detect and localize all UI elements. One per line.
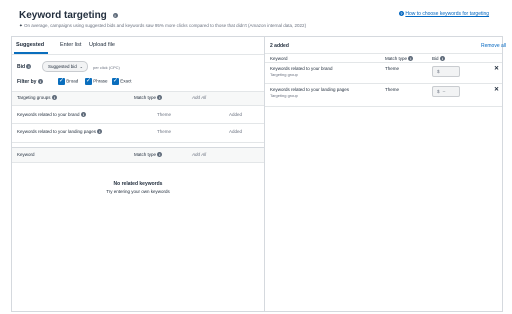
groups-col-group-label: Targeting groups: [17, 95, 51, 100]
keyword-col-keyword: Keyword: [17, 152, 35, 157]
info-icon[interactable]: i: [439, 56, 445, 62]
remove-row-icon[interactable]: ✕: [494, 86, 499, 93]
info-icon[interactable]: i: [408, 56, 414, 62]
table-row: Keywords related to your brand i Theme A…: [12, 105, 264, 124]
help-link[interactable]: ? How to choose keywords for targeting: [399, 11, 489, 17]
info-icon[interactable]: i: [51, 95, 57, 101]
row-name: Keywords related to your brand i: [17, 112, 86, 118]
currency-prefix: $: [437, 69, 440, 74]
empty-state-hint: Try entering your own keywords: [12, 189, 264, 194]
panel-left-border: [11, 36, 12, 312]
right-col-bid-label: Bid: [432, 56, 439, 61]
tabs-divider: [12, 54, 264, 55]
info-icon[interactable]: i: [157, 152, 163, 158]
row-name-text: Keywords related to your brand: [17, 112, 80, 117]
sparkle-icon: ✦: [19, 23, 23, 28]
keyword-col-keyword-label: Keyword: [17, 152, 35, 157]
checkbox-checked-icon[interactable]: ✓: [85, 78, 92, 85]
keyword-add-all: Add All: [192, 152, 206, 157]
empty-state-title: No related keywords: [12, 181, 264, 187]
page-title-text: Keyword targeting: [19, 10, 107, 21]
help-icon: ?: [399, 11, 404, 17]
checkbox-checked-icon[interactable]: ✓: [58, 78, 65, 85]
bid-input-value: –: [442, 89, 446, 94]
row-status: Added: [229, 129, 243, 134]
subtitle-text: On average, campaigns using suggested bi…: [24, 23, 307, 28]
row-name: Keywords related to your landing pages: [270, 87, 350, 92]
tab-enter-list[interactable]: Enter list: [60, 42, 81, 48]
bid-select-value: Suggested bid: [48, 64, 77, 69]
keyword-col-match-label: Match type: [134, 152, 157, 157]
row-subtext: Targeting group: [270, 72, 298, 77]
currency-prefix: $: [437, 89, 440, 94]
row-match: Theme: [385, 66, 400, 71]
bid-input[interactable]: $: [432, 66, 460, 77]
checkbox-checked-icon[interactable]: ✓: [112, 78, 119, 85]
keyword-add-all-label: Add All: [192, 152, 207, 157]
bid-info-icon[interactable]: i: [26, 64, 32, 70]
bid-input[interactable]: $ –: [432, 86, 460, 97]
row-match: Theme: [157, 129, 172, 134]
info-icon[interactable]: i: [80, 112, 86, 118]
right-col-match: Match type i: [385, 56, 414, 62]
tab-suggested-label: Suggested: [16, 42, 45, 48]
row-name-text: Keywords related to your landing pages: [17, 129, 97, 134]
tab-suggested[interactable]: Suggested: [16, 42, 44, 48]
help-link-text[interactable]: How to choose keywords for targeting: [405, 11, 489, 17]
right-col-keyword-label: Keyword: [270, 56, 288, 61]
right-col-match-label: Match type: [385, 56, 408, 61]
bid-label: Bid i: [17, 64, 32, 70]
info-icon[interactable]: i: [157, 95, 163, 101]
row-match: Theme: [385, 87, 400, 92]
filter-label-text: Filter by: [17, 79, 37, 85]
bid-note-text: per click (CPC): [93, 65, 120, 70]
filter-broad-label: Broad: [66, 78, 79, 84]
right-col-bid: Bid i: [432, 56, 445, 62]
added-count-text: 2 added: [270, 43, 289, 49]
panel-top-border: [11, 36, 502, 37]
page-title: Keyword targeting i: [19, 10, 118, 21]
bid-note: per click (CPC): [93, 65, 120, 70]
info-icon[interactable]: i: [112, 12, 118, 18]
panel-right-border: [502, 36, 503, 312]
remove-row-icon[interactable]: ✕: [494, 65, 499, 72]
row-name: Keywords related to your landing pages i: [17, 129, 103, 135]
groups-add-all-label: Add All: [192, 95, 207, 100]
empty-state-hint-text: Try entering your own keywords: [106, 189, 170, 194]
info-icon[interactable]: i: [97, 129, 103, 135]
filter-phrase-label: Phrase: [93, 78, 108, 84]
groups-col-match-label: Match type: [134, 95, 157, 100]
row-subtext: Targeting group: [270, 93, 298, 98]
tab-upload-file[interactable]: Upload file: [89, 42, 115, 48]
row-name: Keywords related to your brand: [270, 66, 333, 71]
filter-phrase[interactable]: ✓ Phrase: [85, 78, 108, 85]
row-status: Added: [229, 112, 243, 117]
remove-all-button[interactable]: Remove all: [481, 43, 506, 49]
tab-enter-list-label: Enter list: [60, 42, 82, 48]
groups-col-group: Targeting groups i: [17, 95, 57, 101]
filter-exact-label: Exact: [120, 78, 132, 84]
empty-state-title-text: No related keywords: [113, 181, 163, 187]
groups-col-match: Match type i: [134, 95, 163, 101]
subtitle: ✦ On average, campaigns using suggested …: [19, 23, 306, 29]
keyword-col-match: Match type i: [134, 152, 163, 158]
chevron-down-icon: ⌄: [79, 64, 83, 69]
table-row: Keywords related to your brand Targeting…: [265, 63, 502, 84]
tab-upload-file-label: Upload file: [89, 42, 115, 48]
table-row: Keywords related to your landing pages T…: [265, 84, 502, 107]
bid-label-text: Bid: [17, 64, 26, 70]
filter-exact[interactable]: ✓ Exact: [112, 78, 132, 85]
panel-bottom-border: [11, 311, 502, 312]
groups-add-all: Add All: [192, 95, 206, 100]
bid-select[interactable]: Suggested bid ⌄: [42, 61, 88, 72]
right-col-keyword: Keyword: [270, 56, 288, 61]
filter-broad[interactable]: ✓ Broad: [58, 78, 78, 85]
filter-info-icon[interactable]: i: [37, 79, 43, 85]
right-header-divider: [265, 53, 502, 54]
remove-all-label: Remove all: [481, 43, 507, 49]
row-match: Theme: [157, 112, 172, 117]
filter-label: Filter by i: [17, 79, 43, 85]
added-count: 2 added: [270, 43, 289, 49]
table-row: Keywords related to your landing pages i…: [12, 124, 264, 143]
